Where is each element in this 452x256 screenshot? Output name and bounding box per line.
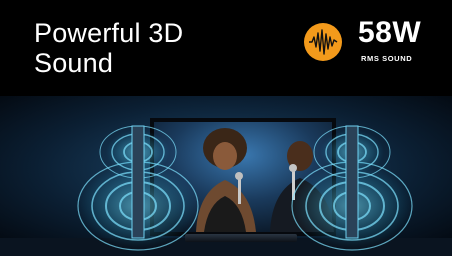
headline: Powerful 3D Sound — [34, 18, 183, 78]
speaker-right — [345, 125, 359, 239]
tv-stand — [185, 234, 297, 242]
power-unit-label: RMS SOUND — [361, 54, 413, 63]
speaker-left — [131, 125, 145, 239]
product-banner: Powerful 3D Sound 58W RMS SOUND — [0, 0, 452, 256]
headline-line-1: Powerful 3D — [34, 18, 184, 48]
power-value: 58W — [358, 16, 422, 49]
tv-sound-scene — [0, 96, 452, 256]
waveform-icon — [303, 22, 343, 62]
headline-line-2: Sound — [34, 48, 114, 78]
